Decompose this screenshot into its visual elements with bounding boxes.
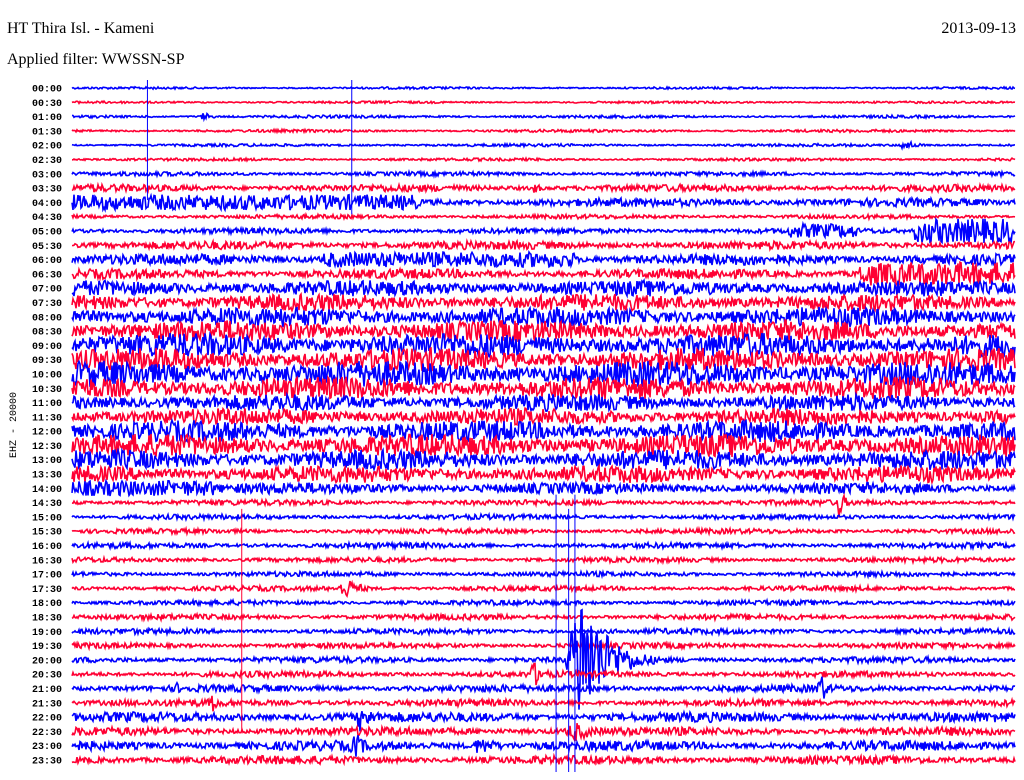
trace-0300 — [71, 168, 1016, 180]
time-label: 02:00 — [32, 142, 62, 153]
time-label: 21:00 — [32, 685, 62, 696]
time-label: 22:30 — [32, 728, 62, 739]
trace-0730 — [71, 291, 1016, 313]
trace-1530 — [71, 525, 1016, 537]
time-label: 10:00 — [32, 370, 62, 381]
time-label: 12:00 — [32, 428, 62, 439]
time-label: 18:30 — [32, 614, 62, 625]
time-label: 17:30 — [32, 585, 62, 596]
trace-2100 — [71, 676, 1016, 699]
trace-2330 — [71, 752, 1016, 767]
trace-0000 — [71, 85, 1016, 91]
time-label: 20:30 — [32, 671, 62, 682]
trace-1830 — [71, 611, 1016, 623]
trace-1630 — [71, 554, 1016, 566]
trace-1330 — [71, 462, 1016, 486]
trace-1130 — [71, 406, 1016, 427]
time-label: 19:00 — [32, 628, 62, 639]
time-label: 08:30 — [32, 328, 62, 339]
time-label: 01:00 — [32, 113, 62, 124]
trace-2130 — [71, 695, 1016, 712]
time-label: 15:30 — [32, 528, 62, 539]
time-label: 05:00 — [32, 227, 62, 238]
trace-0100 — [71, 111, 1016, 123]
trace-1600 — [71, 539, 1016, 552]
trace-1430 — [71, 492, 1016, 518]
time-label: 11:00 — [32, 399, 62, 410]
time-label: 01:30 — [32, 127, 62, 138]
time-label: 16:30 — [32, 556, 62, 567]
trace-0700 — [71, 277, 1016, 299]
time-label: 04:30 — [32, 213, 62, 224]
time-label: 10:30 — [32, 385, 62, 396]
time-label: 22:00 — [32, 714, 62, 725]
trace-0130 — [71, 127, 1016, 135]
time-label: 04:00 — [32, 199, 62, 210]
trace-1730 — [71, 579, 1016, 598]
trace-1500 — [71, 511, 1016, 523]
trace-1700 — [71, 569, 1016, 580]
time-label: 13:00 — [32, 456, 62, 467]
time-label: 11:30 — [32, 413, 62, 424]
time-label: 05:30 — [32, 242, 62, 253]
trace-1800 — [71, 597, 1016, 609]
time-label: 03:00 — [32, 170, 62, 181]
time-label: 21:30 — [32, 699, 62, 710]
trace-0800 — [71, 305, 1016, 329]
seismogram-svg: 00:00 00:30 01:00 01:30 02:00 02:30 03:00 03:30… — [9, 80, 1016, 772]
time-label: 06:00 — [32, 256, 62, 267]
time-label: 07:00 — [32, 285, 62, 296]
time-label: 14:30 — [32, 499, 62, 510]
trace-1400 — [71, 478, 1016, 498]
trace-0200 — [71, 139, 1015, 151]
trace-0330 — [71, 181, 1016, 195]
trace-2030 — [71, 662, 1016, 686]
trace-0530 — [71, 237, 1016, 252]
trace-0430 — [71, 211, 1016, 222]
trace-2230 — [71, 723, 1016, 742]
time-label: 12:30 — [32, 442, 62, 453]
time-label: 23:00 — [32, 742, 62, 753]
time-label: 00:00 — [32, 85, 62, 96]
time-label: 08:00 — [32, 313, 62, 324]
helicorder-plot: HT Thira Isl. - Kameni 2013-09-13 Applie… — [0, 0, 1024, 780]
time-label: 19:30 — [32, 642, 62, 653]
trace-1200 — [71, 417, 1016, 443]
y-axis-label: EHZ - 20000 — [9, 392, 20, 458]
time-label: 02:30 — [32, 156, 62, 167]
trace-0230 — [72, 156, 1016, 163]
time-label: 06:30 — [32, 270, 62, 281]
time-label: 18:00 — [32, 599, 62, 610]
trace-0600 — [71, 249, 1016, 269]
time-label: 09:30 — [32, 356, 62, 367]
time-label: 16:00 — [32, 542, 62, 553]
time-label: 09:00 — [32, 342, 62, 353]
trace-0400 — [71, 192, 1016, 214]
time-label: 00:30 — [32, 99, 62, 110]
trace-2300 — [71, 735, 1016, 757]
trace-1930 — [71, 639, 1016, 652]
time-label: 23:30 — [32, 757, 62, 768]
time-label: 17:00 — [32, 571, 62, 582]
time-label: 07:30 — [32, 299, 62, 310]
trace-0630 — [71, 261, 1016, 288]
trace-2000 — [71, 608, 1016, 710]
trace-0030 — [71, 99, 1016, 106]
time-label: 20:00 — [32, 656, 62, 667]
time-label: 14:00 — [32, 485, 62, 496]
time-label: 03:30 — [32, 185, 62, 196]
time-label: 15:00 — [32, 513, 62, 524]
trace-1900 — [71, 625, 1016, 638]
time-label: 13:30 — [32, 471, 62, 482]
